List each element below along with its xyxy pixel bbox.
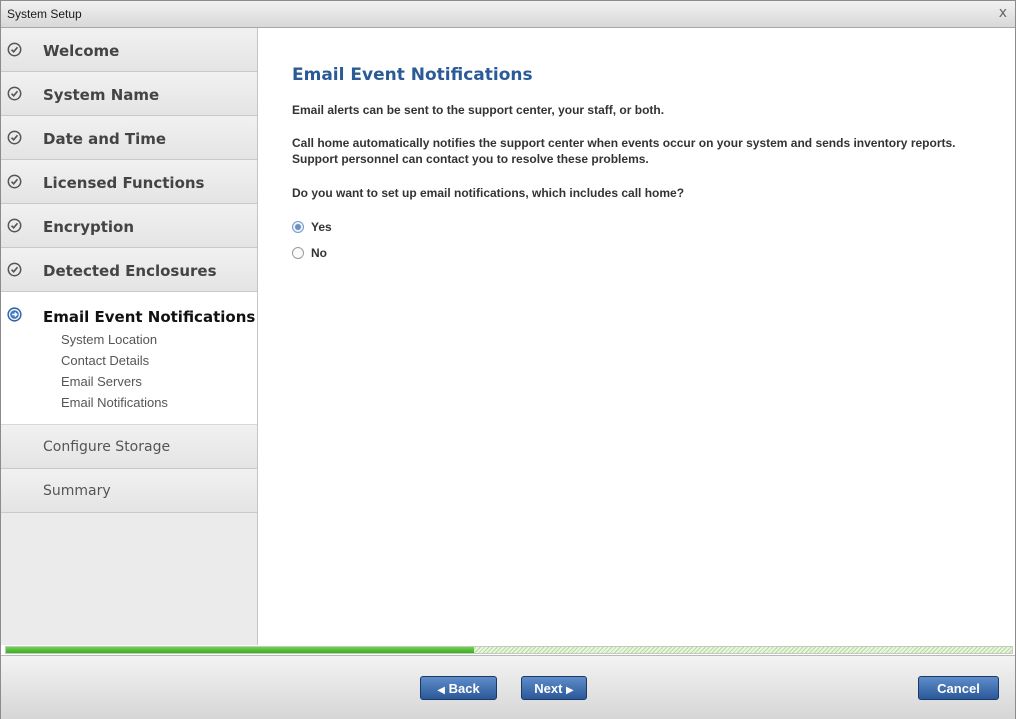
call-home-text: Call home automatically notifies the sup… xyxy=(292,136,956,166)
check-circle-icon xyxy=(7,218,22,233)
radio-no-label: No xyxy=(311,246,327,260)
step-system-name[interactable]: System Name xyxy=(1,72,257,116)
radio-yes-label: Yes xyxy=(311,220,332,234)
step-configure-storage[interactable]: Configure Storage xyxy=(1,425,257,469)
progress-fill xyxy=(6,647,474,653)
step-date-and-time[interactable]: Date and Time xyxy=(1,116,257,160)
close-icon[interactable]: x xyxy=(999,5,1007,21)
wizard-progress-bar xyxy=(5,646,1013,654)
cancel-button-label: Cancel xyxy=(937,681,980,696)
substep-list: System Location Contact Details Email Se… xyxy=(61,329,168,413)
next-button-label: Next xyxy=(534,681,563,696)
check-circle-icon xyxy=(7,86,22,101)
window-title: System Setup xyxy=(7,7,82,21)
check-circle-icon xyxy=(7,130,22,145)
check-circle-icon xyxy=(7,42,22,57)
substep-contact-details[interactable]: Contact Details xyxy=(61,350,168,371)
arrow-circle-icon xyxy=(7,307,22,322)
radio-yes[interactable] xyxy=(292,221,304,233)
title-bar: System Setup x xyxy=(1,1,1015,28)
next-arrow-icon: ▶ xyxy=(566,685,574,696)
cancel-button[interactable]: Cancel xyxy=(918,676,999,700)
step-label: System Name xyxy=(43,86,160,104)
content-panel: Email Event Notifications Email alerts c… xyxy=(258,28,1015,645)
back-button-label: Back xyxy=(448,681,480,696)
substep-email-servers[interactable]: Email Servers xyxy=(61,371,168,392)
step-email-event-notifications[interactable]: Email Event Notifications System Locatio… xyxy=(1,292,257,425)
step-encryption[interactable]: Encryption xyxy=(1,204,257,248)
substep-email-notifications[interactable]: Email Notifications xyxy=(61,392,168,413)
step-welcome[interactable]: Welcome xyxy=(1,28,257,72)
step-summary[interactable]: Summary xyxy=(1,469,257,513)
option-no[interactable]: No xyxy=(292,244,327,262)
intro-text: Email alerts can be sent to the support … xyxy=(292,103,665,117)
wizard-footer: ◀ Back Next ▶ Cancel xyxy=(1,655,1015,719)
step-detected-enclosures[interactable]: Detected Enclosures xyxy=(1,248,257,292)
step-label: Encryption xyxy=(43,218,135,236)
next-button[interactable]: Next ▶ xyxy=(521,676,587,700)
step-label: Date and Time xyxy=(43,130,167,148)
check-circle-icon xyxy=(7,174,22,189)
option-yes[interactable]: Yes xyxy=(292,218,332,236)
step-label: Licensed Functions xyxy=(43,174,205,192)
step-licensed-functions[interactable]: Licensed Functions xyxy=(1,160,257,204)
system-setup-window: System Setup x Welcome System Name Date … xyxy=(0,0,1016,719)
step-label: Detected Enclosures xyxy=(43,262,217,280)
radio-no[interactable] xyxy=(292,247,304,259)
step-label: Welcome xyxy=(43,42,120,60)
substep-system-location[interactable]: System Location xyxy=(61,329,168,350)
step-label: Email Event Notifications xyxy=(43,308,256,326)
back-arrow-icon: ◀ xyxy=(437,685,445,696)
step-label: Summary xyxy=(43,483,111,499)
wizard-steps-sidebar: Welcome System Name Date and Time Licens… xyxy=(1,28,258,645)
question-text: Do you want to set up email notification… xyxy=(292,186,685,200)
back-button[interactable]: ◀ Back xyxy=(420,676,497,700)
step-label: Configure Storage xyxy=(43,439,171,455)
check-circle-icon xyxy=(7,262,22,277)
page-title: Email Event Notifications xyxy=(292,65,533,85)
